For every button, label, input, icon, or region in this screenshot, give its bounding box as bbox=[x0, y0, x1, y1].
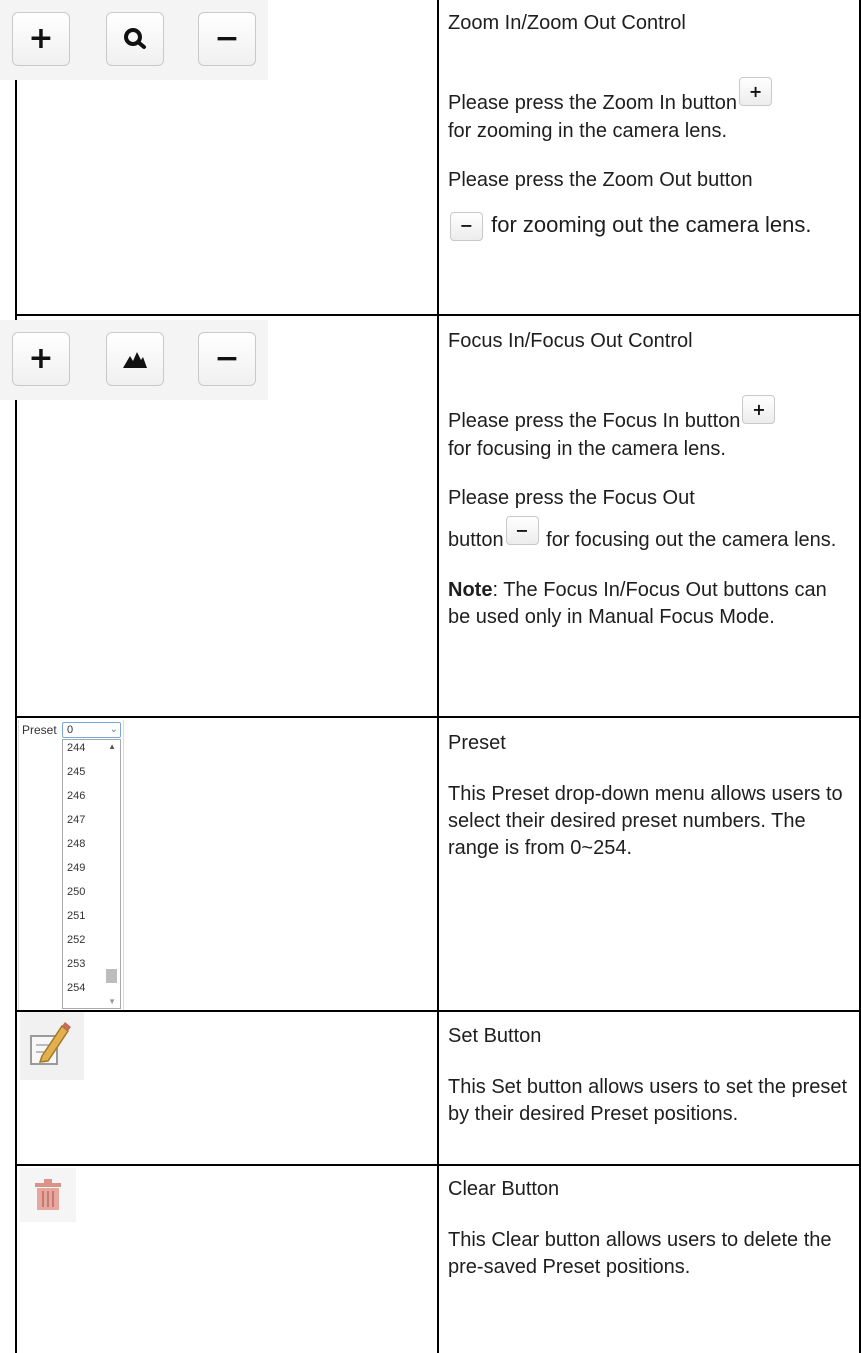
zoom-title: Zoom In/Zoom Out Control bbox=[448, 12, 686, 34]
focus-in-button[interactable]: + bbox=[12, 332, 70, 386]
focus-out-text-b: button bbox=[448, 528, 504, 551]
focus-auto-button[interactable] bbox=[106, 332, 164, 386]
preset-option[interactable]: 253 bbox=[67, 958, 85, 971]
preset-option[interactable]: 254 bbox=[67, 982, 85, 995]
scrollbar-thumb[interactable] bbox=[106, 969, 117, 983]
clear-button[interactable] bbox=[20, 1168, 76, 1222]
clear-title: Clear Button bbox=[448, 1178, 560, 1200]
preset-option[interactable]: 248 bbox=[67, 838, 85, 851]
scroll-down-arrow-icon[interactable]: ▼ bbox=[108, 997, 116, 1006]
set-title: Set Button bbox=[448, 1025, 542, 1047]
preset-dropdown-list[interactable]: 244 245 246 247 248 249 250 251 252 253 … bbox=[62, 739, 121, 1009]
set-text: This Set button allows users to set the … bbox=[448, 1076, 848, 1125]
row-divider bbox=[15, 314, 861, 316]
clear-description: Clear Button This Clear button allows us… bbox=[448, 1176, 853, 1281]
row-divider bbox=[15, 1164, 861, 1166]
preset-option[interactable]: 249 bbox=[67, 862, 85, 875]
focus-in-inline-button: + bbox=[742, 395, 776, 424]
zoom-out-button[interactable]: − bbox=[198, 12, 256, 66]
row-divider bbox=[15, 716, 861, 718]
zoom-description: Zoom In/Zoom Out Control Please press th… bbox=[448, 10, 853, 242]
focus-in-text: Please press the Focus In button bbox=[448, 409, 741, 432]
row-divider bbox=[15, 1010, 861, 1012]
focus-in-text-cont: for focusing in the camera lens. bbox=[448, 438, 726, 460]
preset-description: Preset This Preset drop-down menu allows… bbox=[448, 730, 853, 862]
table-column-divider bbox=[437, 0, 439, 1353]
preset-text: This Preset drop-down menu allows users … bbox=[448, 783, 843, 859]
note-text: : The Focus In/Focus Out buttons can be … bbox=[448, 579, 827, 628]
preset-selected-value: 0 bbox=[67, 724, 74, 736]
note-label: Note bbox=[448, 579, 493, 601]
focus-out-text-cont: for focusing out the camera lens. bbox=[546, 528, 837, 551]
preset-option[interactable]: 245 bbox=[67, 766, 85, 779]
focus-out-text: Please press the Focus Out bbox=[448, 487, 695, 509]
focus-description: Focus In/Focus Out Control Please press … bbox=[448, 328, 853, 631]
preset-title: Preset bbox=[448, 732, 506, 754]
pencil-icon bbox=[30, 1022, 71, 1065]
focus-toolbar: + − bbox=[0, 320, 268, 400]
magnifier-icon bbox=[124, 28, 146, 49]
chevron-down-icon: ⌄ bbox=[109, 724, 118, 735]
trash-icon bbox=[35, 1179, 61, 1210]
preset-option[interactable]: 246 bbox=[67, 790, 85, 803]
zoom-out-inline-button: − bbox=[450, 211, 483, 241]
preset-option[interactable]: 251 bbox=[67, 910, 85, 923]
table-left-border bbox=[15, 0, 17, 1353]
zoom-in-inline-button: + bbox=[739, 77, 773, 106]
preset-option[interactable]: 247 bbox=[67, 814, 85, 827]
focus-title: Focus In/Focus Out Control bbox=[448, 330, 693, 352]
focus-out-inline-button: − bbox=[505, 516, 539, 545]
scroll-up-arrow-icon[interactable]: ▲ bbox=[108, 742, 116, 751]
focus-out-button[interactable]: − bbox=[198, 332, 256, 386]
clear-text: This Clear button allows users to delete… bbox=[448, 1229, 832, 1278]
zoom-out-text-cont: for zooming out the camera lens. bbox=[491, 212, 812, 237]
preset-select[interactable]: 0 ⌄ bbox=[62, 722, 121, 738]
mountain-icon bbox=[123, 352, 147, 368]
zoom-in-text-cont: for zooming in the camera lens. bbox=[448, 120, 728, 142]
zoom-toolbar: + − bbox=[0, 0, 268, 80]
preset-label: Preset bbox=[22, 723, 57, 737]
preset-widget: Preset 0 ⌄ 244 245 246 247 248 249 250 2… bbox=[18, 720, 124, 1010]
zoom-out-text: Please press the Zoom Out button bbox=[448, 169, 753, 191]
preset-option[interactable]: 252 bbox=[67, 934, 85, 947]
preset-option[interactable]: 250 bbox=[67, 886, 85, 899]
set-button[interactable] bbox=[20, 1012, 84, 1080]
zoom-in-text: Please press the Zoom In button bbox=[448, 91, 738, 114]
zoom-reset-button[interactable] bbox=[106, 12, 164, 66]
set-description: Set Button This Set button allows users … bbox=[448, 1023, 853, 1128]
zoom-in-button[interactable]: + bbox=[12, 12, 70, 66]
preset-option[interactable]: 244 bbox=[67, 742, 85, 755]
